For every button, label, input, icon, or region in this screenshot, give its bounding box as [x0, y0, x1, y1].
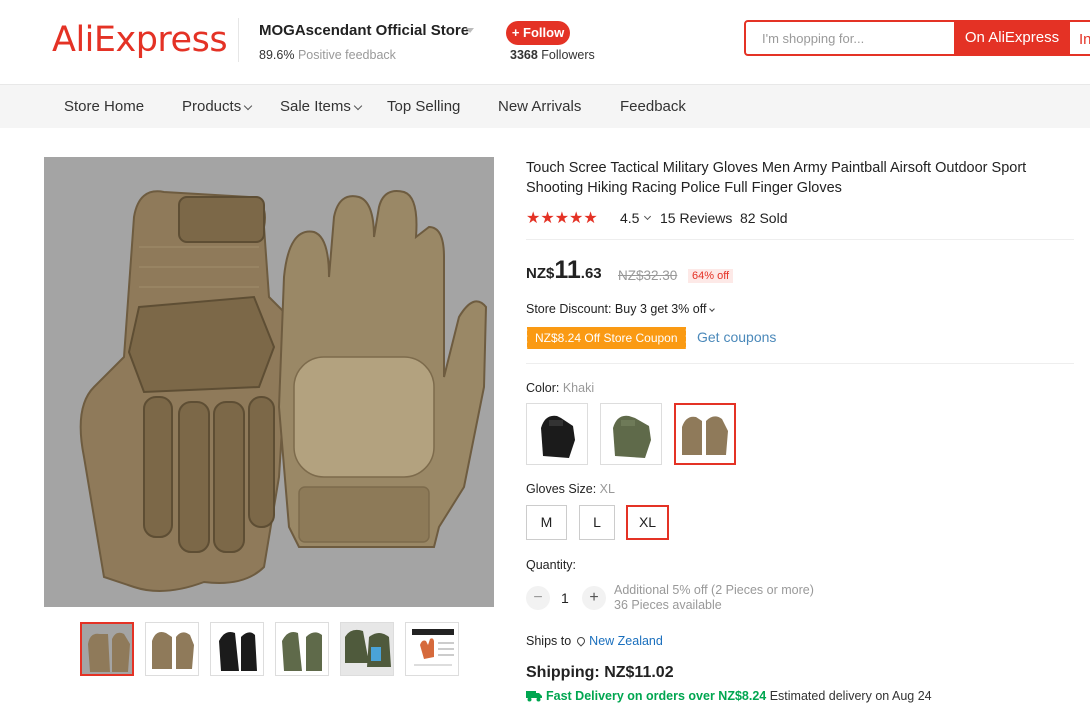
glove-thumb-icon: [152, 632, 194, 669]
feedback-percent: 89.6%: [259, 48, 295, 62]
original-price: NZ$32.30: [618, 268, 678, 283]
fast-delivery-text: Fast Delivery on orders over NZ$8.24: [546, 689, 767, 703]
size-label: Gloves Size: XL: [526, 482, 615, 496]
glove-thumb-icon: [82, 624, 132, 674]
pieces-available: 36 Pieces available: [614, 598, 722, 612]
price-decimal: .63: [580, 265, 602, 282]
nav-new-arrivals[interactable]: New Arrivals: [498, 98, 581, 115]
product-main-image[interactable]: [44, 157, 494, 607]
thumbnail[interactable]: [210, 622, 264, 676]
size-value: XL: [599, 482, 615, 496]
store-nav: Store Home Products Sale Items Top Selli…: [0, 85, 1090, 128]
shipping-cost: Shipping: NZ$11.02: [526, 664, 674, 681]
store-discount[interactable]: Store Discount: Buy 3 get 3% off: [526, 302, 716, 316]
price-integer: 11: [554, 256, 581, 284]
header-divider: [238, 18, 239, 62]
store-menu-caret-icon[interactable]: [466, 28, 474, 33]
reviews-link[interactable]: 15 Reviews: [660, 210, 732, 226]
size-chart-icon: [412, 629, 454, 666]
current-price: NZ$11.63: [526, 256, 602, 285]
store-feedback: 89.6% Positive feedback: [259, 48, 396, 62]
size-option-l[interactable]: L: [579, 505, 615, 540]
nav-label: New Arrivals: [498, 98, 582, 115]
nav-products[interactable]: Products: [182, 98, 253, 115]
quantity-label: Quantity:: [526, 558, 577, 572]
black-glove-icon: [541, 415, 575, 458]
nav-store-home[interactable]: Store Home: [64, 98, 144, 115]
search-input[interactable]: [746, 22, 954, 54]
store-coupon[interactable]: NZ$8.24 Off Store Coupon: [525, 327, 686, 349]
color-value: Khaki: [562, 381, 595, 395]
followers-number: 3368: [510, 48, 538, 62]
ships-to: Ships to New Zealand: [526, 634, 663, 648]
product-title: Touch Scree Tactical Military Gloves Men…: [526, 160, 1027, 196]
quantity-value[interactable]: 1: [561, 590, 569, 606]
quantity-discount-note: Additional 5% off (2 Pieces or more): [614, 583, 814, 597]
thumbnail[interactable]: [80, 622, 134, 676]
thumbnail[interactable]: [275, 622, 329, 676]
followers-count: 3368 Followers: [510, 48, 595, 62]
search-store-button[interactable]: In: [1070, 20, 1090, 56]
size-option-xl[interactable]: XL: [626, 505, 669, 540]
chevron-down-icon[interactable]: [643, 212, 652, 221]
color-swatch-black[interactable]: [526, 403, 588, 465]
divider: [526, 363, 1074, 364]
divider: [526, 239, 1074, 240]
color-swatch-khaki[interactable]: [674, 403, 736, 465]
size-option-m[interactable]: M: [526, 505, 567, 540]
rating-stars-icon: ★★★★★: [526, 210, 598, 227]
followers-label: Followers: [541, 48, 595, 62]
store-name[interactable]: MOGAscendant Official Store: [259, 22, 469, 39]
feedback-label: Positive feedback: [297, 48, 396, 62]
discount-badge: 64% off: [688, 269, 734, 283]
chevron-down-icon: [243, 101, 253, 111]
quantity-increase-button[interactable]: +: [582, 586, 606, 610]
truck-icon: [526, 691, 542, 702]
glove-thumb-icon: [282, 632, 322, 671]
quantity-decrease-button[interactable]: −: [526, 586, 550, 610]
aliexpress-logo[interactable]: AliExpress: [52, 20, 228, 60]
fast-delivery: Fast Delivery on orders over NZ$8.24 Est…: [526, 688, 932, 703]
rating-value[interactable]: 4.5: [620, 210, 639, 226]
store-header: AliExpress MOGAscendant Official Store 8…: [0, 0, 1090, 85]
ships-to-label: Ships to: [526, 634, 572, 648]
search-bar: On AliExpress In: [744, 20, 1090, 56]
search-aliexpress-button[interactable]: On AliExpress: [954, 20, 1070, 56]
nav-label: Top Selling: [387, 98, 461, 115]
store-discount-text: Store Discount: Buy 3 get 3% off: [526, 302, 707, 316]
color-swatch-green[interactable]: [600, 403, 662, 465]
location-pin-icon: [575, 635, 587, 647]
ships-to-country[interactable]: New Zealand: [589, 634, 663, 648]
nav-label: Feedback: [620, 98, 686, 115]
color-label-text: Color:: [526, 381, 560, 395]
nav-label: Products: [182, 98, 242, 115]
glove-thumb-icon: [341, 623, 393, 675]
gloves-image: [79, 190, 488, 592]
green-glove-icon: [613, 415, 651, 458]
thumbnail[interactable]: [340, 622, 394, 676]
price-currency: NZ$: [526, 265, 555, 282]
chevron-down-icon: [353, 101, 363, 111]
nav-sale-items[interactable]: Sale Items: [280, 98, 363, 115]
nav-label: Store Home: [64, 98, 145, 115]
follow-button[interactable]: + Follow: [506, 21, 570, 45]
color-label: Color: Khaki: [526, 381, 594, 395]
thumbnail[interactable]: [405, 622, 459, 676]
get-coupons-link[interactable]: Get coupons: [697, 329, 776, 345]
chevron-down-icon: [709, 306, 716, 312]
glove-thumb-icon: [219, 632, 257, 671]
sold-count: 82 Sold: [740, 210, 788, 226]
estimated-delivery: Estimated delivery on Aug 24: [769, 689, 932, 703]
quantity-note: Additional 5% off (2 Pieces or more) 36 P…: [614, 583, 814, 613]
size-label-text: Gloves Size:: [526, 482, 597, 496]
khaki-glove-icon: [682, 416, 728, 455]
nav-label: Sale Items: [280, 98, 351, 115]
nav-feedback[interactable]: Feedback: [620, 98, 686, 115]
nav-top-selling[interactable]: Top Selling: [387, 98, 460, 115]
thumbnail[interactable]: [145, 622, 199, 676]
